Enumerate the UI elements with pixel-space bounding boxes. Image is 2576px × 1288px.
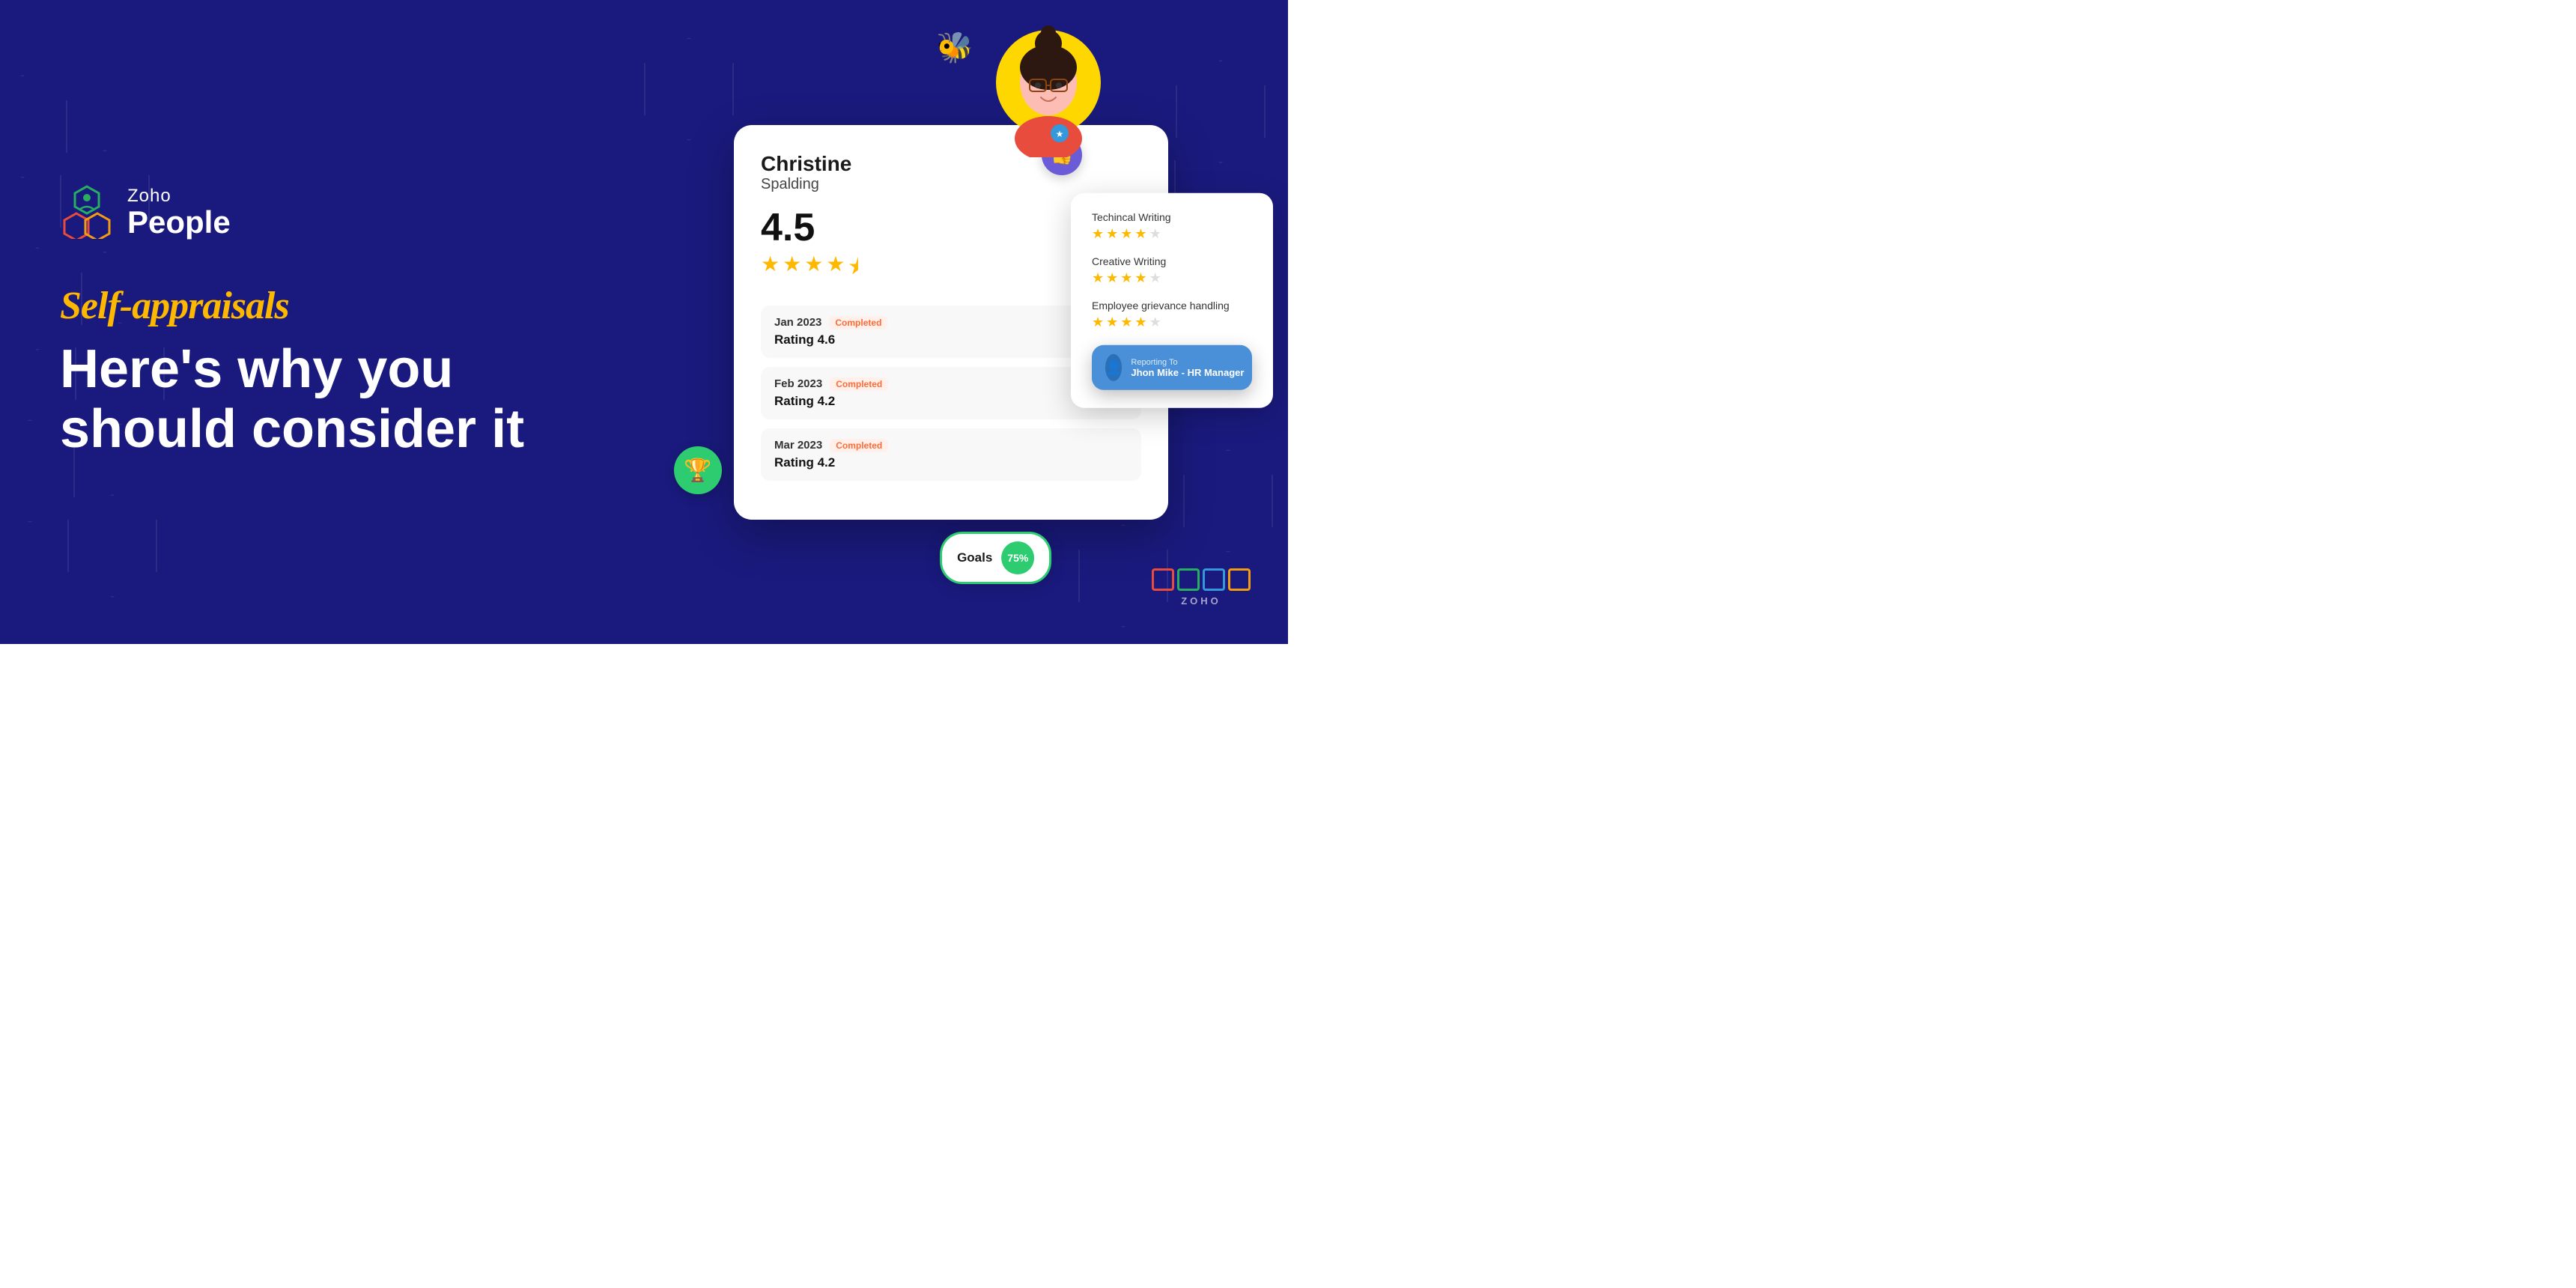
zoho-logo-bottom: ZOHO — [1152, 568, 1251, 607]
card-header: Christine Spalding — [761, 152, 1141, 193]
bee-character: 🐝 — [936, 30, 973, 65]
right-content: 🐝 — [614, 0, 1288, 644]
card-last-name: Spalding — [761, 176, 851, 193]
mar-rating: Rating 4.2 — [774, 455, 1128, 470]
skills-card: Techincal Writing ★ ★ ★ ★ ★ Creative Wri… — [1071, 193, 1273, 408]
goals-badge: Goals 75% — [940, 532, 1051, 584]
reporting-info: Reporting To Jhon Mike - HR Manager — [1131, 357, 1244, 377]
star-1: ★ — [761, 252, 780, 288]
jan-status: Completed — [829, 316, 887, 329]
skill-creative-name: Creative Writing — [1092, 255, 1252, 267]
feb-status: Completed — [830, 377, 888, 391]
reporting-card: 👤 Reporting To Jhon Mike - HR Manager — [1092, 345, 1252, 390]
reporting-name: Jhon Mike - HR Manager — [1131, 366, 1244, 377]
trophy-badge: 🏆 — [674, 446, 722, 494]
zoho-sq-green — [1177, 568, 1200, 591]
period-mar-top: Mar 2023 Completed — [774, 439, 1128, 452]
zoho-sq-yellow — [1228, 568, 1251, 591]
trophy-icon: 🏆 — [674, 446, 722, 494]
jan-month: Jan 2023 — [774, 316, 821, 329]
logo-area: Zoho People — [60, 185, 554, 239]
zoho-bottom-text: ZOHO — [1181, 595, 1221, 607]
zoho-sq-blue — [1203, 568, 1225, 591]
skill-grievance-stars: ★ ★ ★ ★ ★ — [1092, 315, 1252, 330]
main-background: Zoho People Self-appraisals Here's why y… — [0, 0, 1288, 644]
zoho-label: Zoho — [127, 186, 231, 207]
logo-text: Zoho People — [127, 186, 231, 238]
star-4: ★ — [826, 252, 845, 288]
skill-creative: Creative Writing ★ ★ ★ ★ ★ — [1092, 255, 1252, 286]
skill-creative-stars: ★ ★ ★ ★ ★ — [1092, 270, 1252, 286]
svg-text:★: ★ — [1056, 129, 1064, 139]
skill-technical: Techincal Writing ★ ★ ★ ★ ★ — [1092, 211, 1252, 242]
card-first-name: Christine — [761, 152, 851, 176]
logo-icon — [60, 185, 114, 239]
goals-percent: 75% — [1001, 541, 1034, 574]
reporting-avatar-icon: 👤 — [1105, 354, 1122, 381]
skill-technical-stars: ★ ★ ★ ★ ★ — [1092, 226, 1252, 242]
mar-status: Completed — [830, 439, 888, 452]
skill-technical-name: Techincal Writing — [1092, 211, 1252, 223]
card-name-area: Christine Spalding — [761, 152, 851, 193]
feb-month: Feb 2023 — [774, 377, 822, 390]
people-label: People — [127, 207, 231, 238]
skill-grievance-name: Employee grievance handling — [1092, 300, 1252, 312]
star-2: ★ — [783, 252, 801, 288]
left-content: Zoho People Self-appraisals Here's why y… — [0, 140, 614, 503]
period-mar: Mar 2023 Completed Rating 4.2 — [761, 428, 1141, 481]
tagline-main: Here's why you should consider it — [60, 340, 554, 458]
star-3: ★ — [804, 252, 823, 288]
tagline-script: Self-appraisals — [60, 284, 554, 328]
zoho-squares — [1152, 568, 1251, 591]
mar-month: Mar 2023 — [774, 439, 822, 452]
skill-grievance: Employee grievance handling ★ ★ ★ ★ ★ — [1092, 300, 1252, 330]
goals-label: Goals — [957, 550, 992, 565]
reporting-label: Reporting To — [1131, 357, 1244, 366]
zoho-sq-red — [1152, 568, 1174, 591]
character-avatar: ★ — [988, 22, 1108, 142]
star-half: ⯨ — [848, 252, 859, 288]
